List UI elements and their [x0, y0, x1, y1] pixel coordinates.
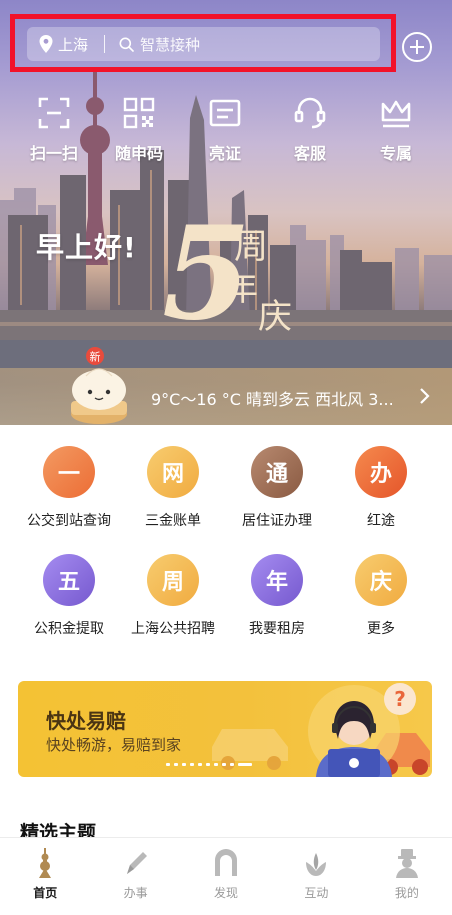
service-rent-house[interactable]: 年 我要租房 [222, 554, 332, 638]
service-label: 公交到站查询 [27, 513, 111, 529]
service-red-route[interactable]: 办 红途 [326, 446, 436, 530]
quick-action-exclusive[interactable]: 专属 [361, 96, 431, 164]
service-residence-permit[interactable]: 通 居住证办理 [222, 446, 332, 530]
service-label: 公积金提取 [34, 621, 104, 637]
tab-label: 互动 [304, 886, 329, 900]
anniversary-char: 周 [234, 227, 268, 267]
service-icon: 庆 [355, 554, 407, 606]
quick-action-show-card[interactable]: 亮证 [190, 96, 260, 164]
card-icon [209, 99, 241, 127]
service-icon: 办 [355, 446, 407, 498]
flower-icon [306, 853, 327, 876]
search-bar[interactable]: 上海 智慧接种 [27, 27, 380, 61]
banner-title: 快处易赔 [46, 709, 126, 733]
bun-mascot-icon: 新 [71, 347, 127, 424]
service-three-funds-bill[interactable]: 网 三金账单 [118, 446, 228, 530]
carousel-dot[interactable] [206, 763, 210, 766]
search-divider [104, 35, 106, 53]
banner-subtitle: 快处畅游，易赔到家 [46, 736, 182, 754]
crown-icon [381, 100, 411, 128]
service-label: 三金账单 [145, 513, 201, 529]
service-label: 我要租房 [249, 621, 305, 637]
promo-banner[interactable]: ? 快处易赔 快处畅游，易赔到家 [18, 681, 432, 777]
quick-action-label: 随申码 [114, 144, 163, 163]
bun-badge: 新 [90, 350, 101, 364]
quick-action-label: 专属 [379, 144, 412, 163]
tab-label: 首页 [33, 886, 58, 900]
weather-text: 9°C～16 °C 晴到多云 西北风 3... [151, 390, 394, 409]
greeting-text: 早上好! [36, 231, 137, 264]
service-label: 上海公共招聘 [131, 621, 215, 637]
pen-icon [126, 852, 147, 874]
service-icon: 周 [147, 554, 199, 606]
tab-discover[interactable]: 发现 [181, 838, 271, 915]
hero-banner: 上海 智慧接种 扫一扫 随申码 亮证 客服 专属 早上好! 5 周 年 庆 9°… [0, 0, 452, 425]
service-bus-arrival[interactable]: 一 公交到站查询 [14, 446, 124, 530]
service-icon: 通 [251, 446, 303, 498]
add-button[interactable] [402, 32, 432, 62]
carousel-dot[interactable] [230, 763, 234, 766]
chevron-right-icon [420, 388, 430, 404]
location-pin-icon[interactable] [39, 35, 53, 53]
service-icon: 网 [147, 446, 199, 498]
question-badge: ? [394, 687, 406, 711]
arch-icon [215, 849, 238, 876]
home-tower-icon [39, 848, 52, 878]
quick-action-label: 亮证 [208, 144, 241, 163]
carousel-dot[interactable] [222, 763, 226, 766]
city-selector[interactable]: 上海 [58, 34, 88, 55]
tab-interact[interactable]: 互动 [271, 838, 361, 915]
service-provident-fund[interactable]: 五 公积金提取 [14, 554, 124, 638]
fifth-anniversary-logo: 5 周 年 庆 [162, 200, 292, 340]
quick-action-qr-code[interactable]: 随申码 [104, 96, 174, 164]
carousel-dot[interactable] [182, 763, 186, 766]
service-more[interactable]: 庆 更多 [326, 554, 436, 638]
scan-icon [38, 97, 70, 129]
carousel-dots[interactable] [166, 763, 252, 766]
tab-services[interactable]: 办事 [90, 838, 180, 915]
carousel-dot[interactable] [214, 763, 218, 766]
service-icon: 年 [251, 554, 303, 606]
tab-label: 办事 [123, 886, 148, 900]
search-icon [119, 37, 134, 52]
carousel-dot[interactable] [174, 763, 178, 766]
quick-action-customer-service[interactable]: 客服 [275, 96, 345, 164]
customer-service-icon [294, 97, 326, 129]
service-label: 更多 [367, 621, 395, 637]
tab-label: 我的 [394, 886, 419, 900]
qr-code-icon [123, 97, 155, 129]
search-input[interactable]: 智慧接种 [140, 34, 200, 55]
carousel-dot-active[interactable] [238, 763, 252, 766]
service-label: 红途 [367, 513, 395, 529]
tab-profile[interactable]: 我的 [362, 838, 452, 915]
bottom-tab-bar: 首页 办事 发现 互动 我的 [0, 837, 452, 915]
tab-label: 发现 [214, 886, 239, 900]
anniversary-char: 年 [224, 269, 258, 309]
top-search-bar-highlight: 上海 智慧接种 [10, 14, 396, 72]
plus-icon [410, 40, 424, 54]
quick-action-label: 扫一扫 [29, 144, 78, 163]
carousel-dot[interactable] [166, 763, 170, 766]
service-public-recruitment[interactable]: 周 上海公共招聘 [118, 554, 228, 638]
service-icon: 一 [43, 446, 95, 498]
carousel-dot[interactable] [198, 763, 202, 766]
service-label: 居住证办理 [242, 513, 312, 529]
quick-action-label: 客服 [293, 144, 326, 163]
anniversary-char: 庆 [258, 297, 292, 337]
tab-home[interactable]: 首页 [0, 838, 90, 915]
carousel-dot[interactable] [190, 763, 194, 766]
service-icon: 五 [43, 554, 95, 606]
profile-icon [395, 849, 418, 878]
quick-action-scan[interactable]: 扫一扫 [19, 96, 89, 164]
